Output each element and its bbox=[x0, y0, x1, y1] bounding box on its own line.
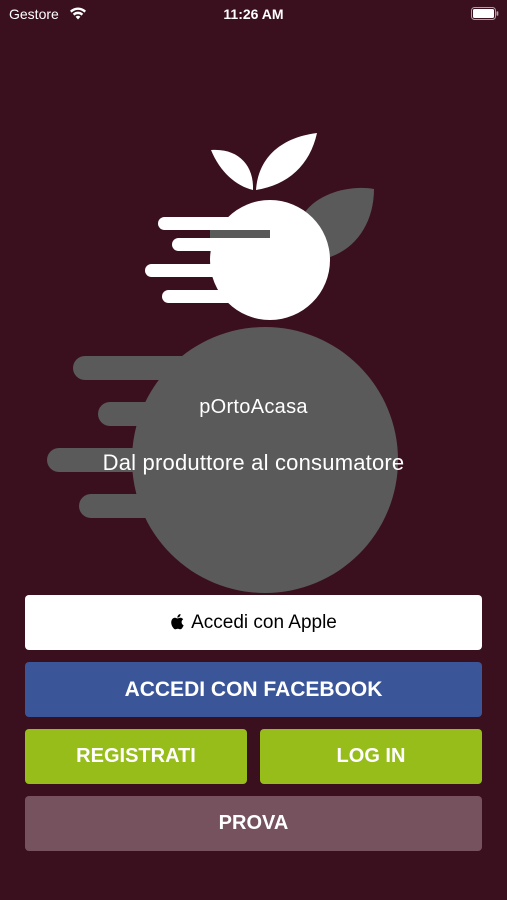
fruit-logo-icon bbox=[47, 133, 398, 593]
status-bar: Gestore 11:26 AM bbox=[0, 0, 507, 28]
tagline: Dal produttore al consumatore bbox=[102, 450, 405, 475]
sign-in-with-apple-button[interactable]: Accedi con Apple bbox=[25, 595, 482, 650]
facebook-login-button[interactable]: ACCEDI CON FACEBOOK bbox=[25, 662, 482, 717]
try-button[interactable]: PROVA bbox=[25, 796, 482, 851]
battery-icon bbox=[471, 7, 499, 20]
clock-time: 11:26 AM bbox=[223, 6, 284, 22]
login-button[interactable]: LOG IN bbox=[260, 729, 482, 784]
app-name: pOrtoAcasa bbox=[199, 396, 308, 418]
apple-button-label: Accedi con Apple bbox=[191, 611, 337, 633]
apple-icon bbox=[171, 614, 184, 630]
register-button[interactable]: REGISTRATI bbox=[25, 729, 247, 784]
